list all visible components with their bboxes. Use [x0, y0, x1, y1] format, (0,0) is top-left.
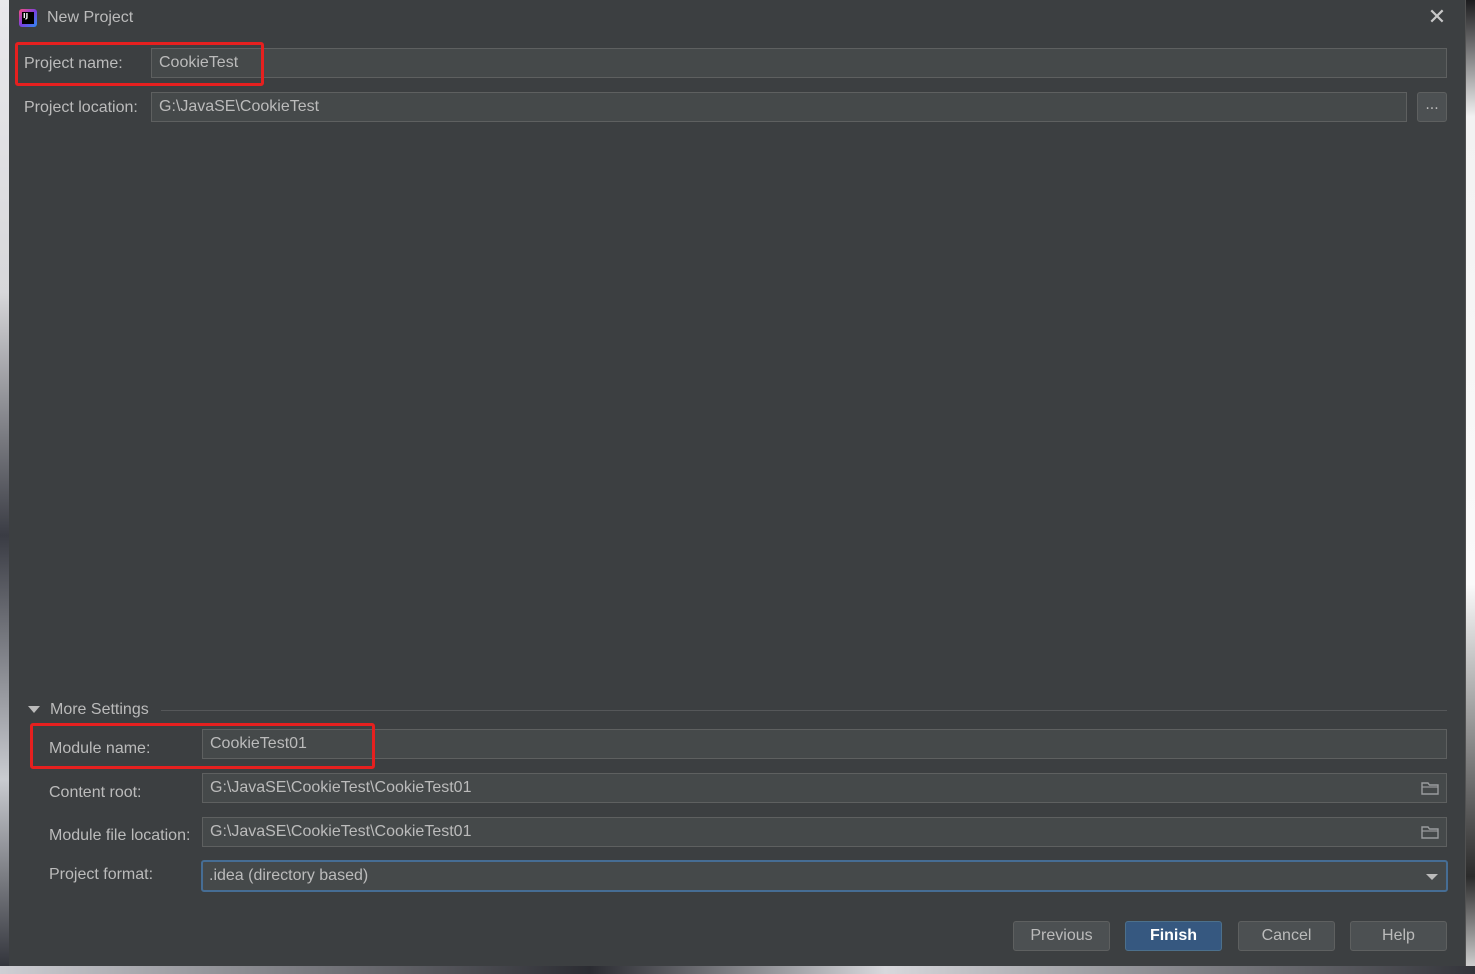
title-bar: IJ New Project ✕	[9, 0, 1465, 36]
highlight-module-name	[30, 723, 375, 769]
collapse-triangle-icon[interactable]	[28, 706, 40, 713]
desktop-background-bottom	[0, 966, 1475, 974]
desktop-background-left	[0, 0, 9, 974]
previous-button[interactable]: Previous	[1013, 921, 1110, 951]
close-icon[interactable]: ✕	[1427, 7, 1447, 29]
project-location-input[interactable]: G:\JavaSE\CookieTest	[151, 92, 1407, 122]
section-divider	[161, 710, 1447, 711]
project-name-input[interactable]: CookieTest	[151, 48, 1447, 78]
project-format-select[interactable]: .idea (directory based)	[201, 860, 1448, 892]
browse-location-button[interactable]: ...	[1417, 92, 1447, 122]
content-root-input[interactable]: G:\JavaSE\CookieTest\CookieTest01	[202, 773, 1447, 803]
chevron-down-icon	[1426, 874, 1438, 880]
cancel-button[interactable]: Cancel	[1238, 921, 1335, 951]
desktop-background-right	[1466, 0, 1475, 974]
project-location-label: Project location:	[24, 99, 138, 116]
new-project-dialog: IJ New Project ✕ Project name: CookieTes…	[9, 0, 1466, 966]
project-format-value: .idea (directory based)	[209, 867, 369, 884]
more-settings-header[interactable]: More Settings	[50, 701, 149, 719]
folder-icon[interactable]	[1421, 782, 1439, 795]
project-format-label: Project format:	[49, 866, 154, 883]
finish-button[interactable]: Finish	[1125, 921, 1222, 951]
intellij-idea-icon: IJ	[19, 9, 37, 27]
window-title: New Project	[47, 9, 134, 26]
folder-icon[interactable]	[1421, 826, 1439, 839]
highlight-project-name	[15, 42, 264, 86]
module-name-input[interactable]: CookieTest01	[202, 729, 1447, 759]
module-file-location-label: Module file location:	[49, 827, 191, 844]
module-file-location-input[interactable]: G:\JavaSE\CookieTest\CookieTest01	[202, 817, 1447, 847]
content-root-label: Content root:	[49, 784, 142, 801]
help-button[interactable]: Help	[1350, 921, 1447, 951]
